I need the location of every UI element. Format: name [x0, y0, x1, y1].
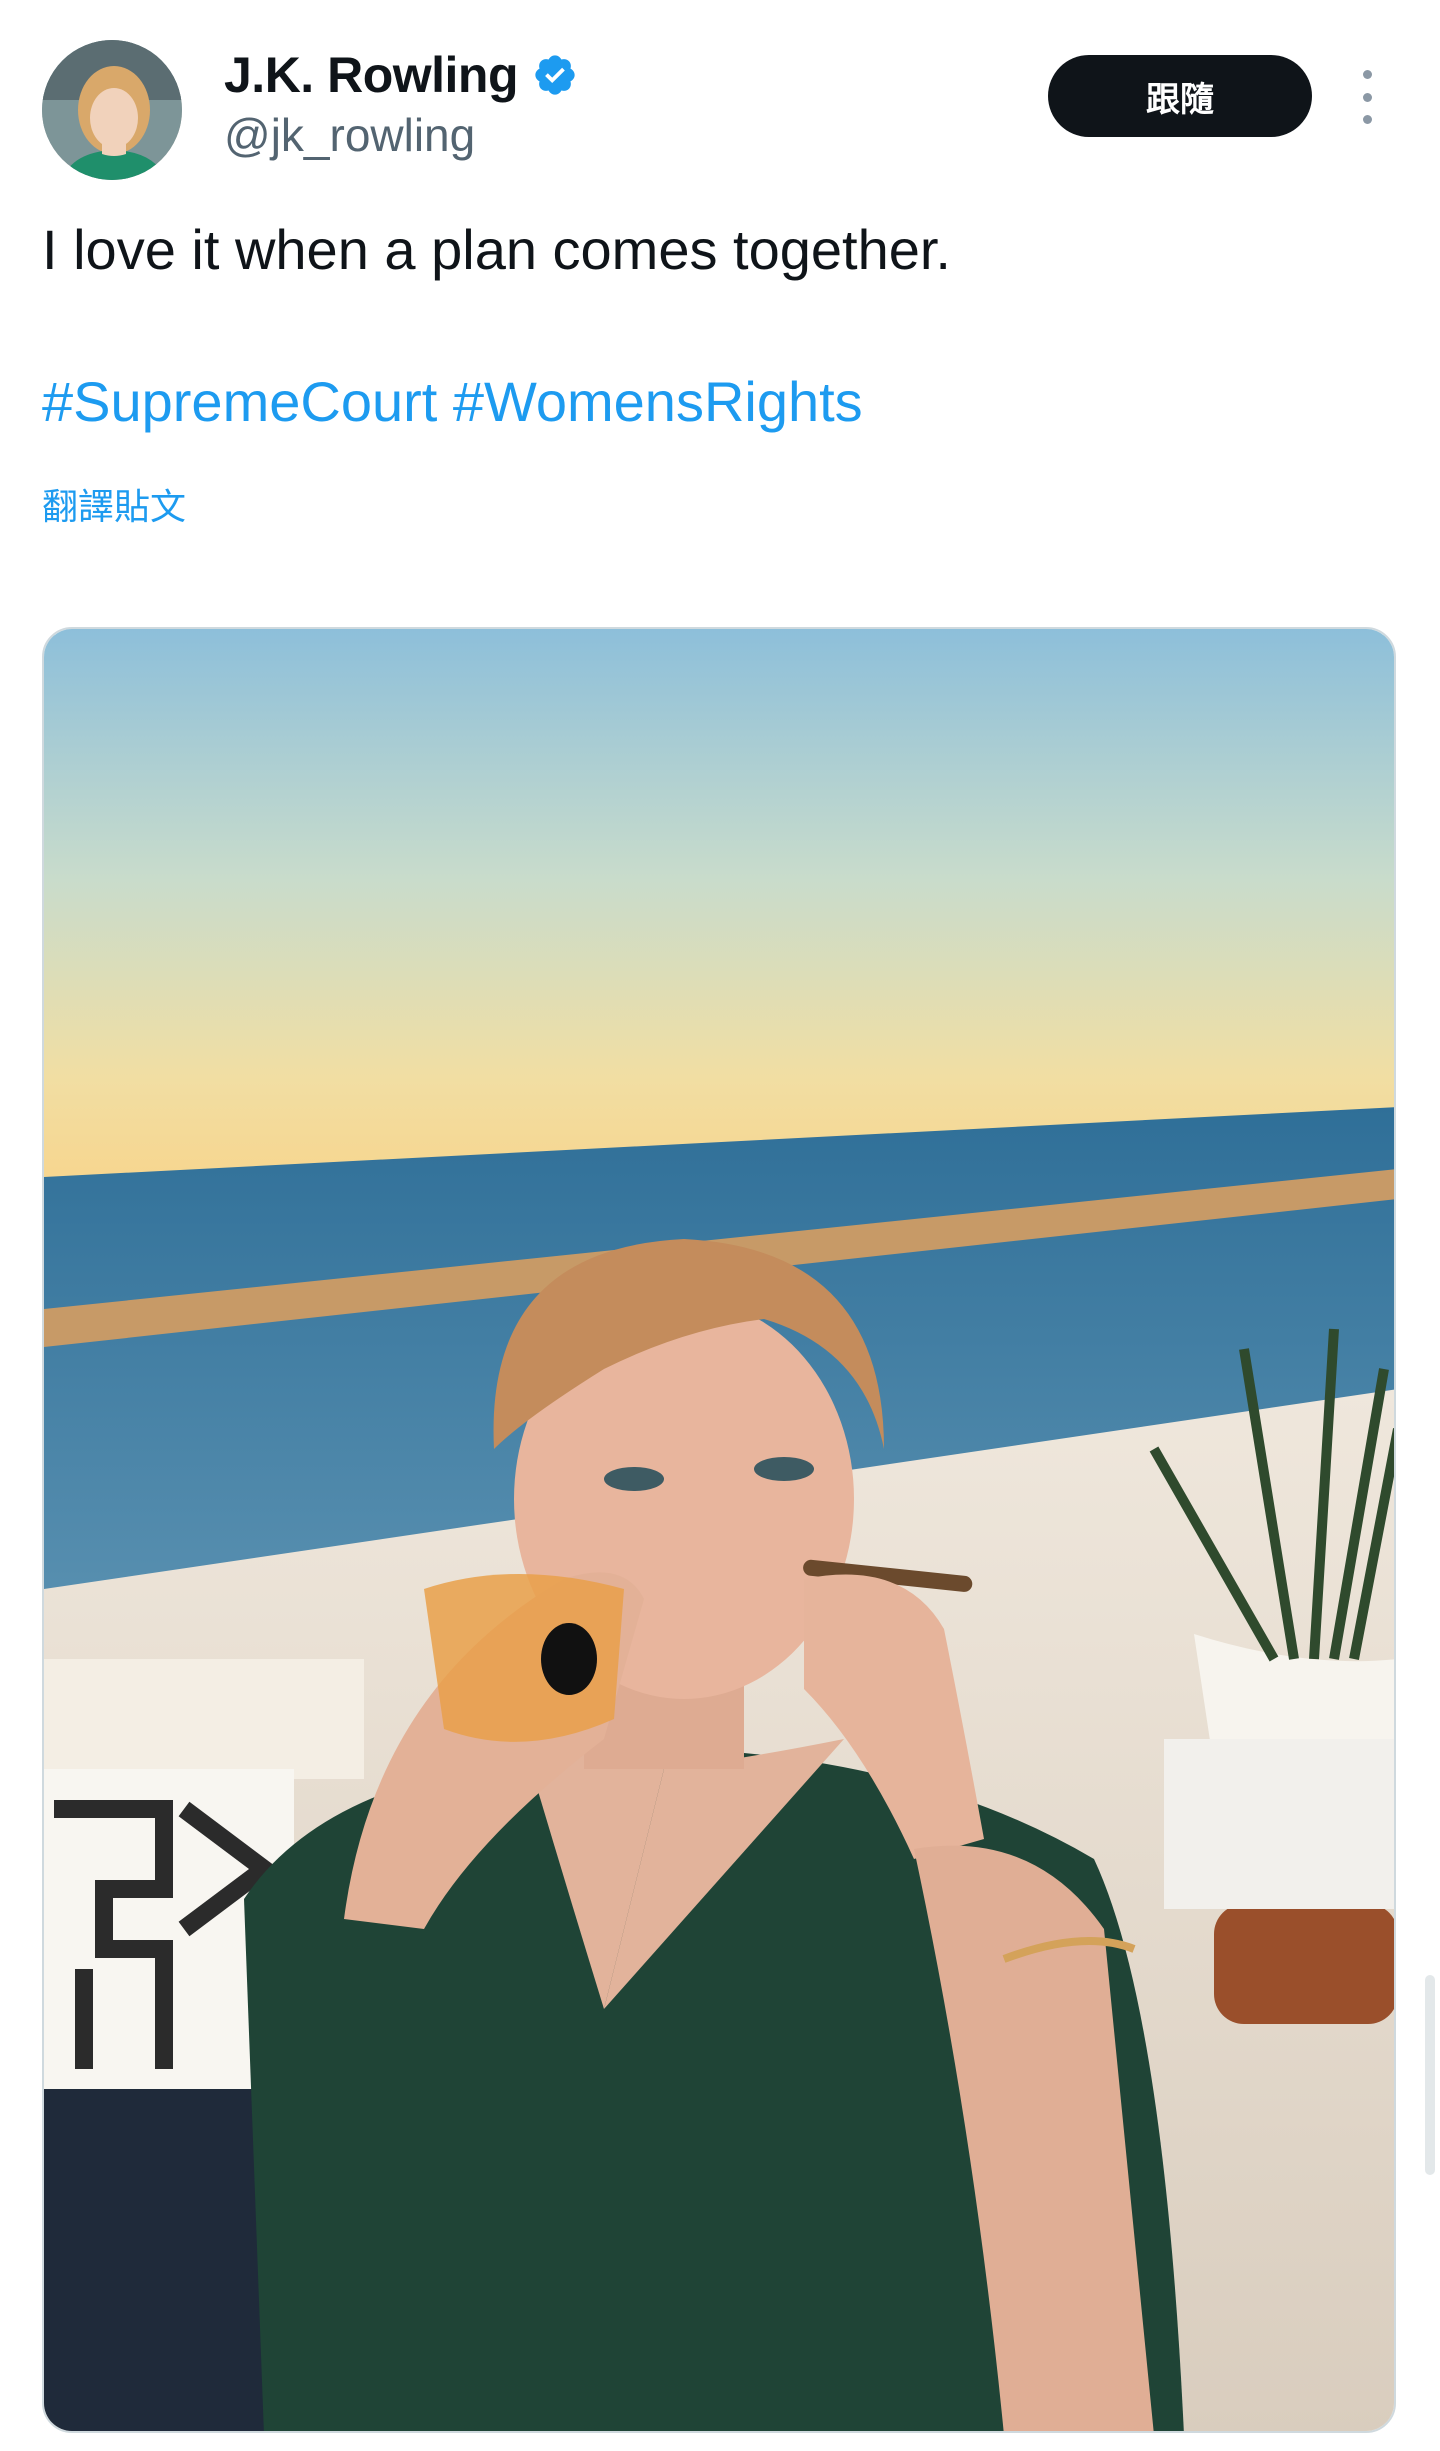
- more-dot: [1362, 70, 1372, 79]
- photo-image: [44, 629, 1394, 2431]
- more-dot: [1362, 92, 1372, 102]
- avatar-image: [42, 40, 182, 180]
- hashtag-link[interactable]: #SupremeCourt: [42, 370, 437, 433]
- author-name-row[interactable]: J.K. Rowling: [224, 46, 578, 104]
- verified-badge-icon: [535, 55, 575, 95]
- author-avatar[interactable]: [42, 40, 182, 180]
- hashtag-link[interactable]: #WomensRights: [453, 370, 863, 433]
- more-options-icon[interactable]: [1350, 70, 1384, 124]
- scrollbar-thumb[interactable]: [1425, 1975, 1435, 2175]
- tweet-photo[interactable]: [42, 627, 1396, 2433]
- follow-button[interactable]: 跟隨: [1048, 55, 1312, 137]
- tweet-text: I love it when a plan comes together.: [42, 218, 951, 281]
- more-dot: [1362, 115, 1372, 124]
- author-handle[interactable]: @jk_rowling: [224, 108, 475, 162]
- hashtag-row: #SupremeCourt #WomensRights: [42, 366, 863, 438]
- translate-post-link[interactable]: 翻譯貼文: [42, 478, 186, 530]
- author-display-name[interactable]: J.K. Rowling: [224, 46, 519, 104]
